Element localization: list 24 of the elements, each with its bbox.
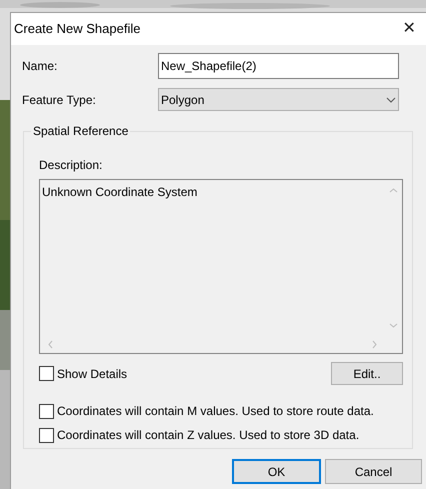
checkbox-label: Coordinates will contain M values. Used to store route data. (57, 403, 374, 420)
edit-button[interactable]: Edit.. (331, 362, 403, 385)
feature-type-dropdown[interactable]: Polygon (158, 88, 399, 111)
description-text: Unknown Coordinate System (41, 184, 198, 201)
chevron-down-icon (386, 96, 396, 102)
checkbox-label: Show Details (57, 366, 128, 382)
field-label: Name: (22, 58, 58, 75)
scroll-down-icon[interactable] (389, 323, 398, 328)
scroll-up-icon[interactable] (389, 188, 398, 193)
checkbox[interactable] (39, 428, 54, 442)
checkbox[interactable] (39, 404, 54, 418)
name-field[interactable]: New_Shapefile(2) (158, 53, 399, 79)
checkbox-label: Coordinates will contain Z values. Used to store 3D data. (57, 427, 360, 444)
scroll-right-icon[interactable] (372, 340, 377, 349)
scroll-left-icon[interactable] (48, 340, 53, 349)
window-title: Create New Shapefile (14, 20, 140, 38)
field-label: Feature Type: (22, 92, 97, 108)
dialog-button[interactable]: OK (232, 459, 321, 484)
dialog-button[interactable]: Cancel (325, 459, 422, 484)
group-title: Spatial Reference (31, 123, 130, 139)
description-label: Description: (39, 157, 104, 174)
close-button[interactable]: ✕ (394, 15, 424, 43)
checkbox[interactable] (39, 366, 54, 381)
description-box[interactable]: Unknown Coordinate System (39, 179, 403, 354)
